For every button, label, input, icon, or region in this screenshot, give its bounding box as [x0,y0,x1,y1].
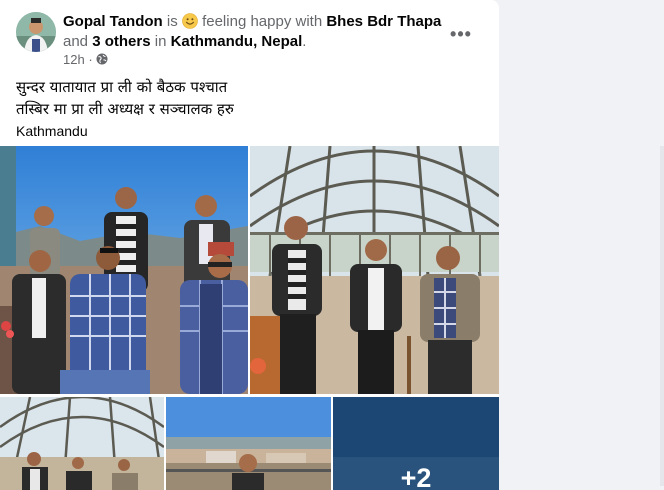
happy-emoji-icon [182,13,198,29]
more-options-button[interactable]: ••• [447,20,475,48]
post-photo-5[interactable]: +2 [333,397,499,490]
post-photo-1[interactable] [0,146,248,394]
post-card: Gopal Tandon is feeling happy with Bhes … [0,0,499,490]
post-header-text: Gopal Tandon is feeling happy with Bhes … [63,12,483,52]
location-link[interactable]: Kathmandu, Nepal [171,33,303,50]
author-avatar[interactable] [16,12,56,52]
post-text-line-2: तस्बिर मा प्रा ली अध्यक्ष र सञ्चालक हरु [16,100,234,118]
post-text-line-1: सुन्दर यातायात प्रा ली को बैठक पश्चात [16,78,228,96]
period: . [302,33,307,50]
feeling-text: feeling happy with [202,13,323,30]
post-photo-3[interactable] [0,397,164,490]
others-link[interactable]: 3 others [92,33,150,50]
dot-separator: · [88,52,93,67]
and-word: and [63,33,89,50]
in-word: in [154,33,167,50]
post-header: Gopal Tandon is feeling happy with Bhes … [16,12,489,68]
post-meta: 12h · [63,52,108,68]
is-word: is [166,13,178,30]
tagged-person-link[interactable]: Bhes Bdr Thapa [326,13,441,30]
post-text: सुन्दर यातायात प्रा ली को बैठक पश्चात तस… [16,76,486,142]
globe-icon[interactable] [96,53,108,65]
post-photo-2[interactable] [250,146,499,394]
more-photos-count: +2 [400,463,432,490]
scrollbar[interactable] [660,146,664,486]
post-photo-4[interactable] [166,397,331,490]
author-name-link[interactable]: Gopal Tandon [63,13,163,30]
more-options-icon: ••• [450,23,472,44]
right-background [499,0,664,490]
more-photos-overlay[interactable]: +2 [333,397,499,490]
post-text-line-3: Kathmandu [16,123,88,139]
timestamp-link[interactable]: 12h [63,52,85,67]
